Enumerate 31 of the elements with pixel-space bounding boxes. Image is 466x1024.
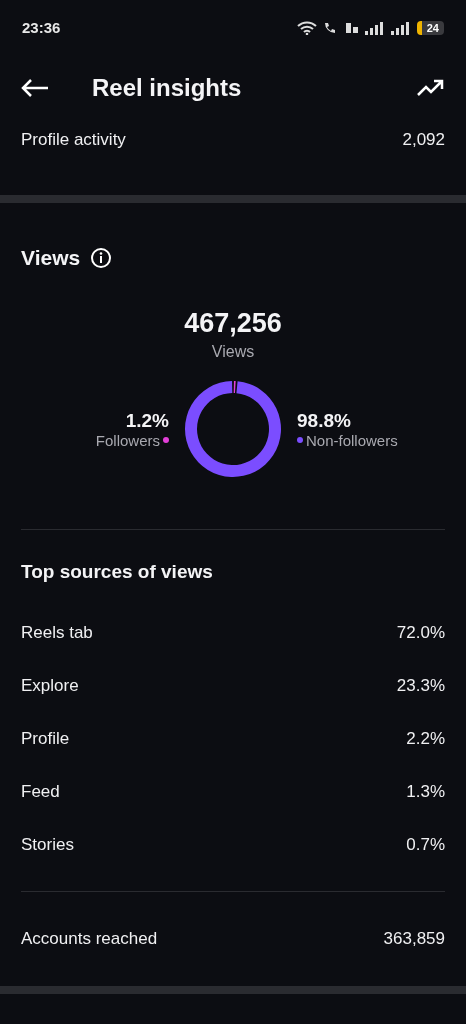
views-count: 467,256 [184, 308, 282, 339]
legend-label: Followers [95, 431, 160, 449]
source-label: Reels tab [21, 622, 93, 643]
source-value: 23.3% [396, 675, 445, 696]
back-arrow-icon[interactable] [20, 77, 50, 98]
metric-value: 363,859 [383, 929, 445, 949]
views-label: Views [211, 343, 255, 361]
page-title: Reel insights [92, 73, 243, 102]
wifi-icon [296, 20, 317, 35]
clock: 23:36 [22, 19, 61, 36]
metric-value: 2,092 [402, 130, 445, 150]
source-label: Feed [21, 781, 60, 802]
metric-label: Profile activity [21, 130, 126, 150]
signal-icon [390, 20, 411, 35]
signal-icon [364, 20, 385, 35]
metric-label: Accounts reached [21, 929, 158, 949]
section-title: Top sources of views [21, 561, 213, 583]
share-value: 1.2% [125, 409, 169, 432]
share-value: 98.8% [297, 409, 351, 432]
source-value: 1.3% [406, 781, 445, 802]
info-icon[interactable] [90, 247, 113, 269]
source-value: 72.0% [396, 622, 445, 643]
trend-icon[interactable] [416, 77, 446, 98]
battery-level: 24 [416, 20, 444, 35]
source-label: Profile [21, 728, 70, 749]
source-label: Stories [21, 834, 74, 855]
section-title: Views [21, 246, 81, 270]
source-value: 0.7% [406, 834, 445, 855]
legend-label: Non-followers [306, 431, 398, 449]
source-label: Explore [21, 675, 79, 696]
source-value: 2.2% [406, 728, 445, 749]
